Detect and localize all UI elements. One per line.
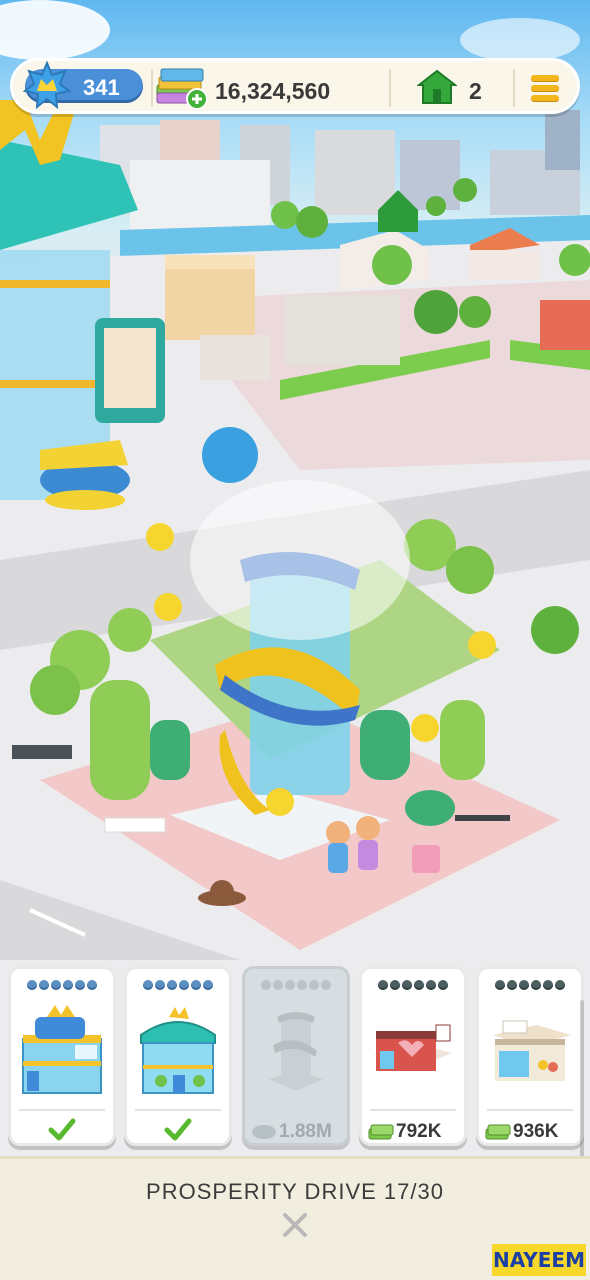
cash-bill-icon bbox=[252, 1125, 276, 1139]
cash-value: 16,324,560 bbox=[215, 78, 331, 104]
cash-bill-icon bbox=[368, 1124, 394, 1140]
green-house-icon bbox=[417, 69, 457, 104]
fountain-silhouette-icon bbox=[269, 1012, 323, 1091]
star-badge-icon bbox=[23, 61, 71, 109]
hud-divider bbox=[389, 69, 391, 107]
cash-bill-icon bbox=[485, 1124, 511, 1140]
building-card-strip: 1.88M 792K 936K bbox=[0, 960, 590, 1156]
house-value: 2 bbox=[469, 78, 482, 104]
building-card-shopping-mall[interactable] bbox=[8, 966, 116, 1146]
house-counter[interactable]: 2 bbox=[413, 67, 513, 107]
close-x-icon[interactable] bbox=[279, 1209, 311, 1241]
upgrade-dots bbox=[127, 977, 229, 995]
building-card-glass-building[interactable] bbox=[124, 966, 232, 1146]
price-tag: 1.88M bbox=[251, 1119, 347, 1143]
level-value: 341 bbox=[83, 75, 120, 100]
card-divider bbox=[135, 1109, 221, 1111]
building-card-fountain[interactable]: 1.88M bbox=[242, 966, 350, 1146]
glass-building-icon bbox=[140, 1007, 216, 1094]
shopping-mall-icon bbox=[22, 1005, 102, 1094]
cash-counter[interactable]: 16,324,560 bbox=[153, 67, 383, 109]
upgrade-dots bbox=[11, 977, 113, 995]
top-hud-bar: 341 16,324,560 2 bbox=[10, 58, 580, 114]
price-value: 936K bbox=[513, 1121, 559, 1142]
card-divider bbox=[370, 1109, 456, 1111]
price-value: 1.88M bbox=[279, 1121, 332, 1142]
hamburger-menu-icon[interactable] bbox=[523, 69, 567, 107]
upgrade-dots bbox=[245, 977, 347, 995]
district-title: PROSPERITY DRIVE 17/30 bbox=[146, 1179, 444, 1204]
market-stall-icon bbox=[493, 1020, 571, 1081]
player-level[interactable]: 341 bbox=[23, 61, 143, 109]
watermark-badge: NAYEEM bbox=[492, 1244, 586, 1276]
card-divider bbox=[487, 1109, 573, 1111]
card-divider bbox=[19, 1109, 105, 1111]
price-value: 792K bbox=[396, 1121, 442, 1142]
price-tag: 936K bbox=[485, 1119, 581, 1143]
upgrade-dots bbox=[362, 977, 464, 995]
card-strip-scrollbar[interactable] bbox=[580, 1000, 584, 1170]
checkmark-icon bbox=[11, 1117, 113, 1143]
building-card-market-stall[interactable]: 936K bbox=[476, 966, 584, 1146]
cafe-shop-icon bbox=[374, 1024, 452, 1071]
upgrade-dots bbox=[479, 977, 581, 995]
building-card-cafe-shop[interactable]: 792K bbox=[359, 966, 467, 1146]
checkmark-icon bbox=[127, 1117, 229, 1143]
price-tag: 792K bbox=[368, 1119, 464, 1143]
cash-stack-add-icon bbox=[156, 68, 208, 109]
hud-divider bbox=[513, 69, 515, 107]
